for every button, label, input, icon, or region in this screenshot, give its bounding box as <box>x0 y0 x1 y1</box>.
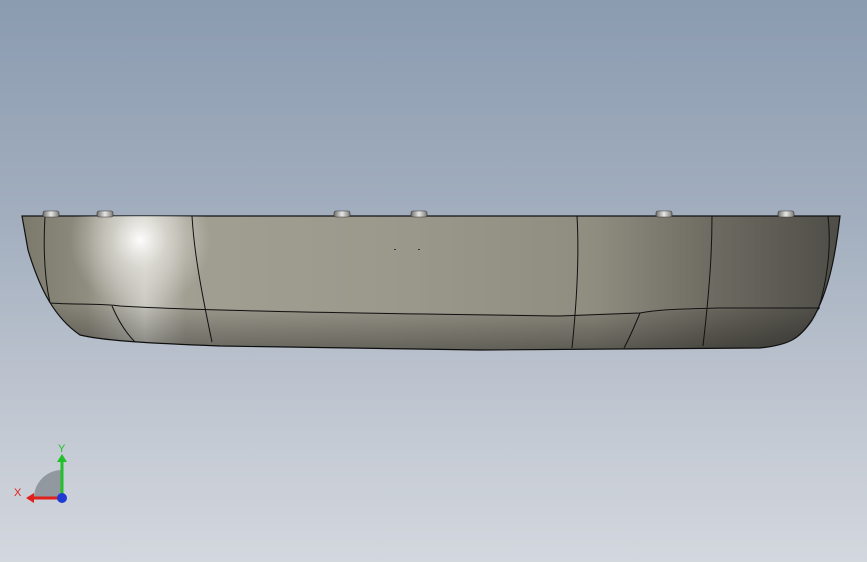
z-axis-dot <box>57 493 67 503</box>
reference-triad: X Y <box>14 443 67 503</box>
y-axis-arrow <box>57 454 67 462</box>
boss <box>96 210 114 218</box>
boss <box>410 210 428 218</box>
boss <box>333 210 351 218</box>
graphics-viewport[interactable]: X Y <box>0 0 867 562</box>
y-axis-label: Y <box>58 443 66 455</box>
triad-plane <box>34 470 62 498</box>
hull-3d-model[interactable] <box>0 0 867 562</box>
boss <box>42 210 60 218</box>
x-axis-label: X <box>14 487 22 499</box>
boss <box>655 210 673 218</box>
x-axis-arrow <box>26 493 34 503</box>
boss <box>777 210 795 218</box>
